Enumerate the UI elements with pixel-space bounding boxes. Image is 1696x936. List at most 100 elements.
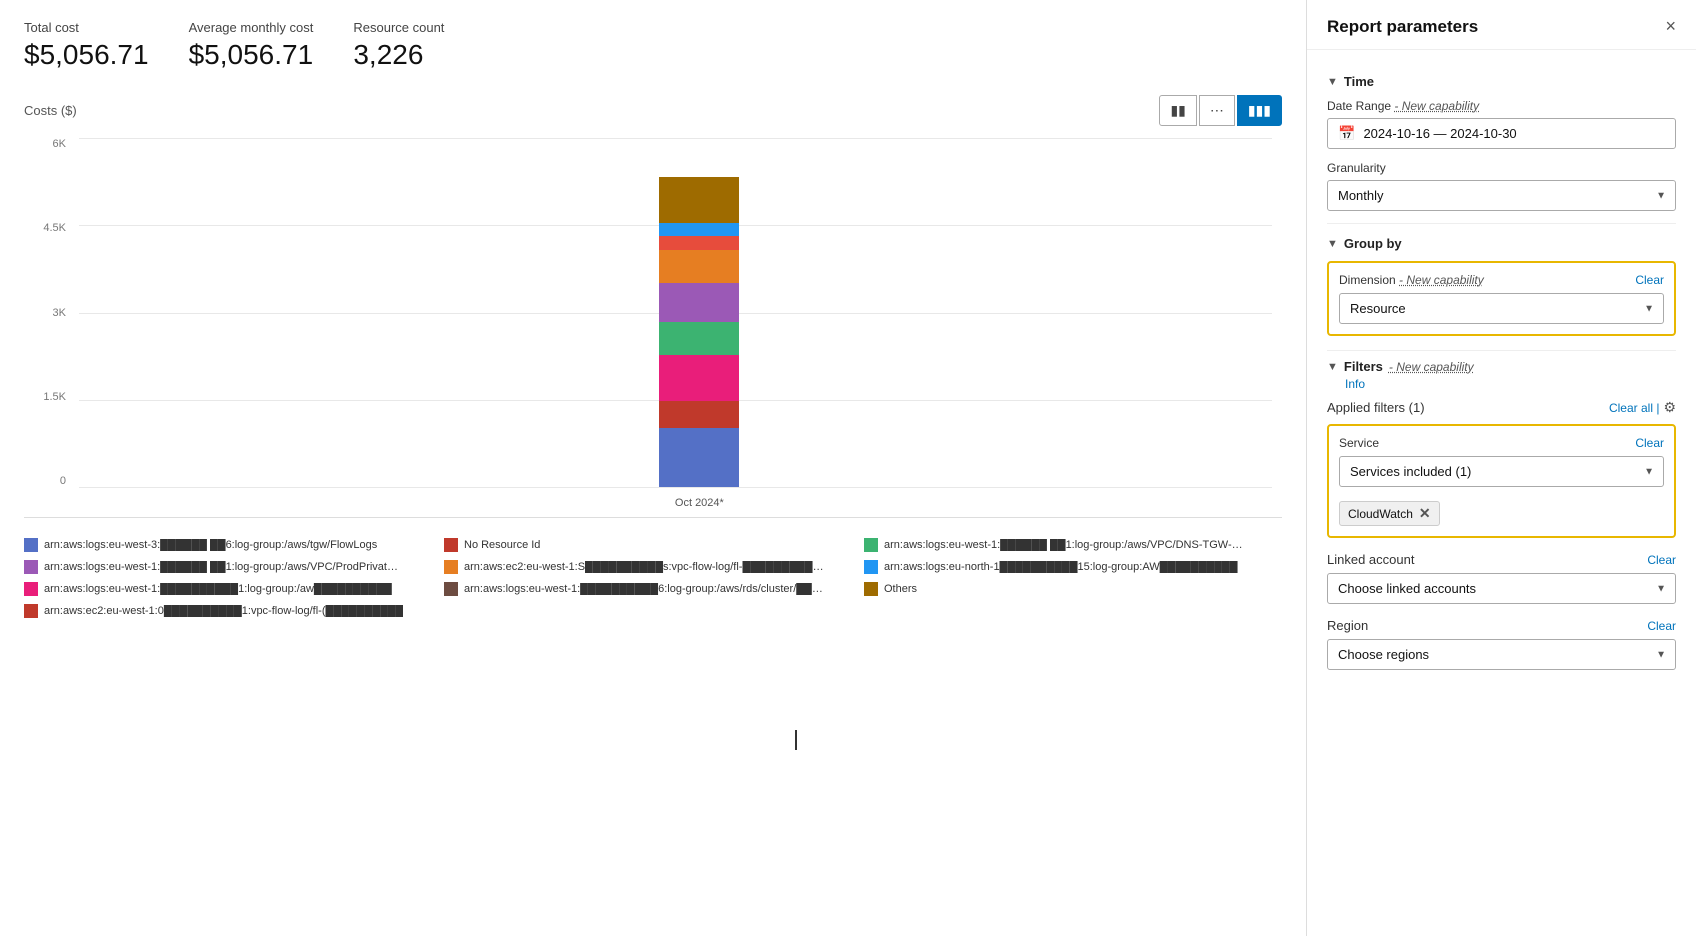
panel-title: Report parameters xyxy=(1327,17,1478,37)
granularity-select[interactable]: Daily Monthly Total xyxy=(1327,180,1676,211)
bar-segment-5 xyxy=(659,250,739,283)
date-range-input[interactable]: 📅 2024-10-16 — 2024-10-30 xyxy=(1327,118,1676,149)
panel-body: ▼ Time Date Range - New capability 📅 202… xyxy=(1307,50,1696,696)
applied-filters-row: Applied filters (1) Clear all | ⚙ xyxy=(1327,399,1676,416)
legend-text-5: arn:aws:logs:eu-north-1██████████15:log-… xyxy=(884,561,1238,573)
filters-info-link[interactable]: Info xyxy=(1345,377,1365,391)
clear-all-link[interactable]: Clear all | xyxy=(1609,401,1659,415)
y-label-3k: 3K xyxy=(53,307,66,319)
legend-text-1: No Resource Id xyxy=(464,539,540,551)
linked-account-label: Linked account xyxy=(1327,552,1414,567)
bar-oct xyxy=(659,177,739,487)
gear-icon[interactable]: ⚙ xyxy=(1663,399,1676,416)
bar-segment-1 xyxy=(659,401,739,427)
legend-text-2: arn:aws:logs:eu-west-1:██████ ██1:log-gr… xyxy=(884,539,1244,551)
bar-segment-4 xyxy=(659,283,739,323)
bar-segment-6 xyxy=(659,236,739,249)
grid-line-bottom xyxy=(79,487,1272,488)
legend-text-0: arn:aws:logs:eu-west-3:██████ ██6:log-gr… xyxy=(44,539,377,551)
bar-segment-2 xyxy=(659,355,739,401)
region-label: Region xyxy=(1327,618,1368,633)
legend-item-6: arn:aws:logs:eu-west-1:██████████1:log-g… xyxy=(24,582,424,596)
legend-item-9: arn:aws:ec2:eu-west-1:0██████████1:vpc-f… xyxy=(24,604,424,618)
date-range-label-row: Date Range - New capability xyxy=(1327,99,1676,113)
linked-account-header: Linked account Clear xyxy=(1327,552,1676,567)
filters-section-header: ▼ Filters - New capability xyxy=(1327,359,1676,374)
dimension-select-wrapper: Resource Service Account Region xyxy=(1339,293,1664,324)
x-label-oct: Oct 2024* xyxy=(675,497,724,509)
legend-item-3: arn:aws:logs:eu-west-1:██████ ██1:log-gr… xyxy=(24,560,424,574)
filters-new-cap: - New capability xyxy=(1389,360,1474,374)
legend-item-1: No Resource Id xyxy=(444,538,844,552)
scatter-chart-button[interactable]: ⋯ xyxy=(1199,95,1235,126)
chart-controls: ▮▮ ⋯ ▮▮▮ xyxy=(1159,95,1282,126)
legend-item-8: Others xyxy=(864,582,1264,596)
linked-account-select[interactable]: Choose linked accounts xyxy=(1327,573,1676,604)
region-select[interactable]: Choose regions xyxy=(1327,639,1676,670)
date-range-value: 2024-10-16 — 2024-10-30 xyxy=(1363,126,1516,141)
granularity-label: Granularity xyxy=(1327,161,1386,175)
bar-segment-0 xyxy=(659,428,739,487)
dimension-clear-link[interactable]: Clear xyxy=(1635,273,1664,287)
time-arrow-icon: ▼ xyxy=(1327,76,1338,88)
legend-text-8: Others xyxy=(884,583,917,595)
legend-color-0 xyxy=(24,538,38,552)
y-label-6k: 6K xyxy=(53,138,66,150)
dimension-box: Dimension - New capability Clear Resourc… xyxy=(1327,261,1676,336)
resource-count-stat: Resource count 3,226 xyxy=(353,20,444,71)
time-section-header: ▼ Time xyxy=(1327,74,1676,89)
granularity-label-row: Granularity xyxy=(1327,161,1676,175)
services-included-select[interactable]: Services included (1) xyxy=(1339,456,1664,487)
region-clear-link[interactable]: Clear xyxy=(1647,619,1676,633)
panel-header: Report parameters × xyxy=(1307,0,1696,50)
divider-2 xyxy=(1327,350,1676,351)
service-clear-link[interactable]: Clear xyxy=(1635,436,1664,450)
granularity-select-wrapper: Daily Monthly Total xyxy=(1327,180,1676,211)
y-label-1k5: 1.5K xyxy=(43,391,66,403)
chart-plot: Oct 2024* xyxy=(79,138,1272,487)
dimension-label-row: Dimension - New capability Clear xyxy=(1339,273,1664,287)
group-by-section-title: Group by xyxy=(1344,236,1402,251)
legend-text-6: arn:aws:logs:eu-west-1:██████████1:log-g… xyxy=(44,583,392,595)
legend-item-2: arn:aws:logs:eu-west-1:██████ ██1:log-gr… xyxy=(864,538,1264,552)
stacked-chart-button[interactable]: ▮▮▮ xyxy=(1237,95,1282,126)
bar-chart-button[interactable]: ▮▮ xyxy=(1159,95,1196,126)
close-panel-button[interactable]: × xyxy=(1665,16,1676,37)
service-label: Service xyxy=(1339,436,1379,450)
legend-text-7: arn:aws:logs:eu-west-1:██████████6:log-g… xyxy=(464,583,824,595)
chart-legend: arn:aws:logs:eu-west-3:██████ ██6:log-gr… xyxy=(24,538,1282,618)
legend-item-7: arn:aws:logs:eu-west-1:██████████6:log-g… xyxy=(444,582,844,596)
bar-segment-7 xyxy=(659,223,739,236)
divider-1 xyxy=(1327,223,1676,224)
dimension-select[interactable]: Resource Service Account Region xyxy=(1339,293,1664,324)
report-parameters-panel: Report parameters × ▼ Time Date Range - … xyxy=(1306,0,1696,936)
filters-section-title: Filters xyxy=(1344,359,1383,374)
avg-monthly-label: Average monthly cost xyxy=(189,20,314,35)
legend-color-8 xyxy=(864,582,878,596)
dimension-label: Dimension - New capability xyxy=(1339,273,1484,287)
legend-color-1 xyxy=(444,538,458,552)
clear-all-row: Clear all | ⚙ xyxy=(1609,399,1676,416)
main-content: Total cost $5,056.71 Average monthly cos… xyxy=(0,0,1306,936)
legend-item-5: arn:aws:logs:eu-north-1██████████15:log-… xyxy=(864,560,1264,574)
legend-color-3 xyxy=(24,560,38,574)
legend-color-6 xyxy=(24,582,38,596)
resource-count-label: Resource count xyxy=(353,20,444,35)
cloudwatch-tag-remove[interactable]: ✕ xyxy=(1419,505,1431,522)
resource-count-value: 3,226 xyxy=(353,39,444,71)
chart-area: 6K 4.5K 3K 1.5K 0 Oct 2024* xyxy=(24,138,1282,518)
time-section-title: Time xyxy=(1344,74,1374,89)
legend-color-4 xyxy=(444,560,458,574)
total-cost-label: Total cost xyxy=(24,20,149,35)
group-by-arrow-icon: ▼ xyxy=(1327,238,1338,250)
total-cost-stat: Total cost $5,056.71 xyxy=(24,20,149,71)
services-included-wrapper: Services included (1) xyxy=(1339,456,1664,487)
legend-color-9 xyxy=(24,604,38,618)
cloudwatch-tag-label: CloudWatch xyxy=(1348,507,1413,521)
linked-account-clear-link[interactable]: Clear xyxy=(1647,553,1676,567)
legend-color-2 xyxy=(864,538,878,552)
legend-item-4: arn:aws:ec2:eu-west-1:S██████████s:vpc-f… xyxy=(444,560,844,574)
y-label-0: 0 xyxy=(60,475,66,487)
cloudwatch-tag: CloudWatch ✕ xyxy=(1339,501,1440,526)
group-by-section-header: ▼ Group by xyxy=(1327,236,1676,251)
